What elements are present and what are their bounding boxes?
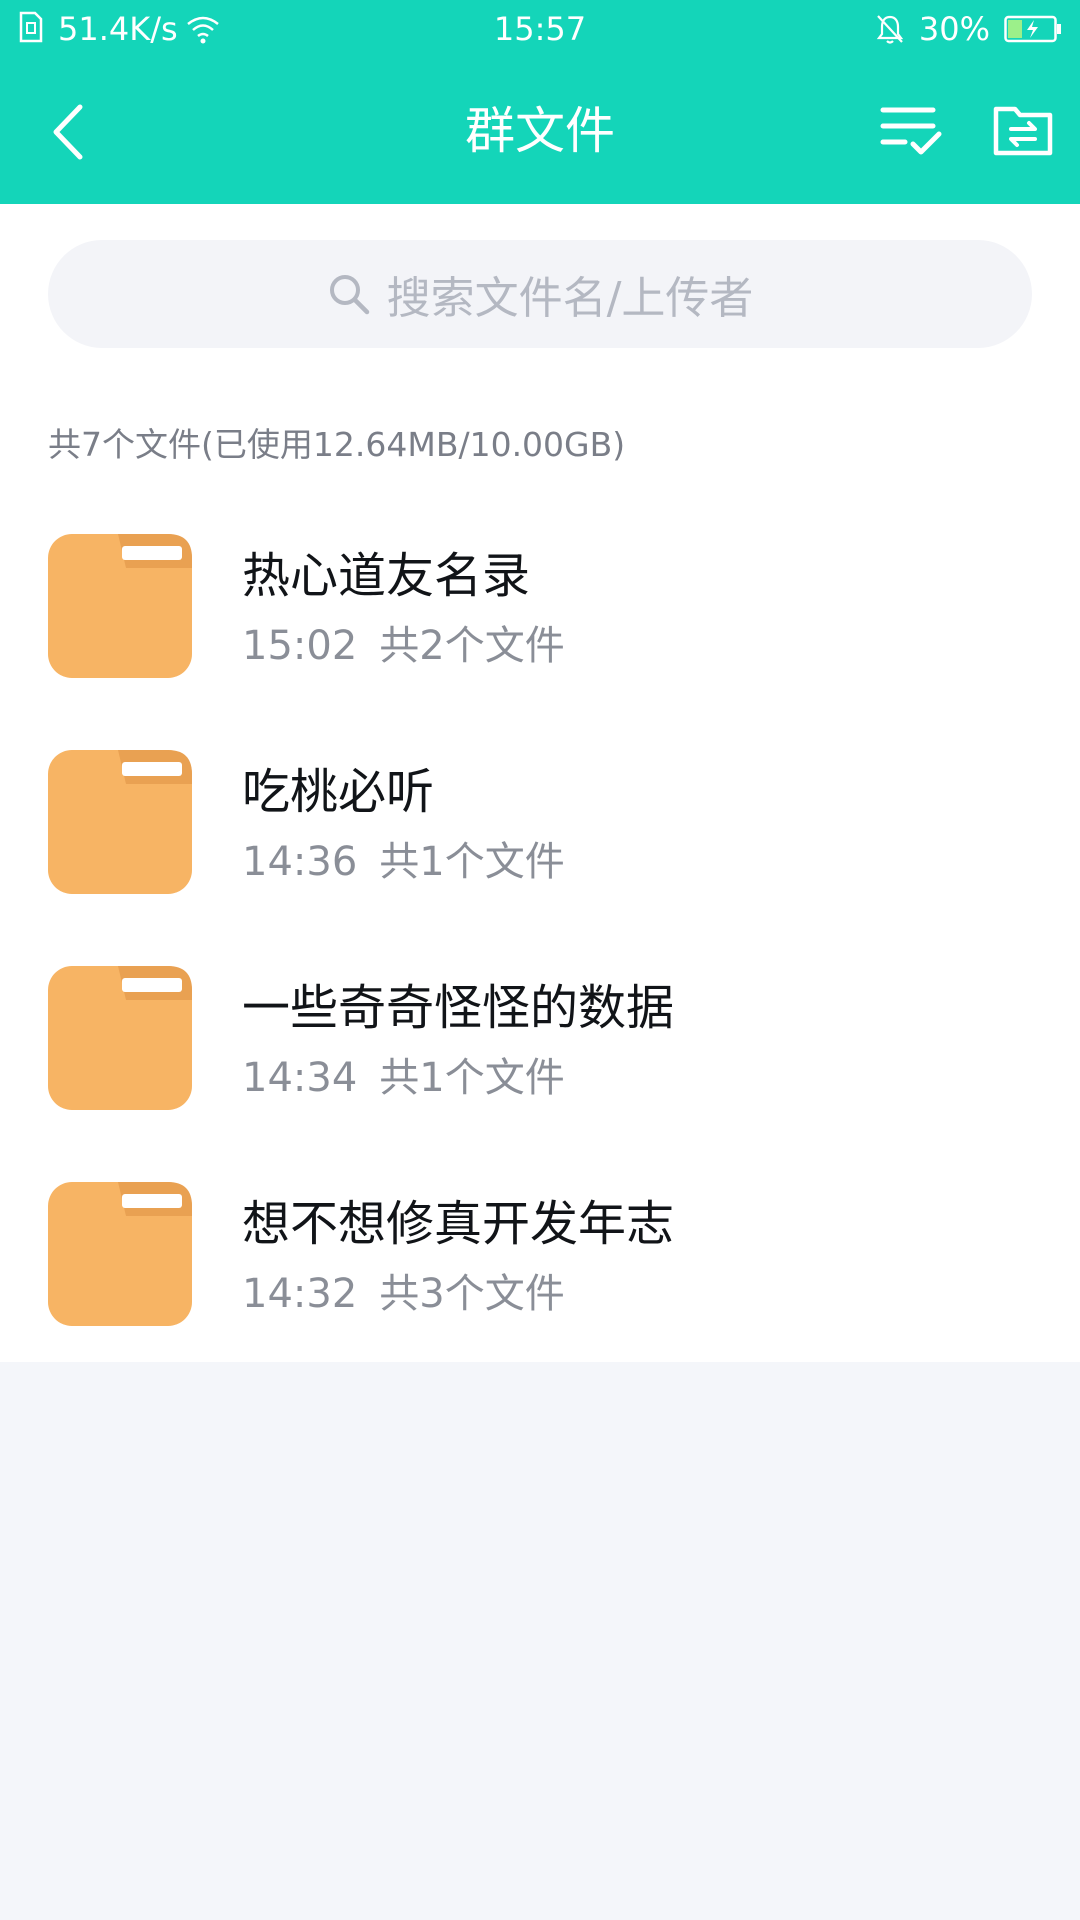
- folder-file-count: 共1个文件: [379, 839, 565, 885]
- folder-icon: [48, 750, 192, 894]
- folder-name: 热心道友名录: [242, 548, 531, 604]
- folder-transfer-button[interactable]: [986, 94, 1060, 168]
- folder-meta: 15:02 共2个文件: [242, 618, 565, 674]
- battery-percent: 30%: [918, 10, 990, 48]
- folder-meta: 14:36 共1个文件: [242, 834, 565, 890]
- folder-icon: [48, 966, 192, 1110]
- file-summary: 共7个文件(已使用12.64MB/10.00GB): [48, 425, 626, 464]
- folder-name: 想不想修真开发年志: [242, 1196, 675, 1252]
- folder-time: 14:32: [242, 1271, 358, 1317]
- title-bar: 群文件: [0, 58, 1080, 204]
- file-list: 热心道友名录 15:02 共2个文件 吃桃必听 14:36 共1个文件 一些奇奇…: [0, 504, 1080, 1368]
- folder-time: 15:02: [242, 623, 358, 669]
- search-input[interactable]: 搜索文件名/上传者: [48, 240, 1032, 348]
- folder-row[interactable]: 想不想修真开发年志 14:32 共3个文件: [0, 1152, 1080, 1368]
- folder-transfer-icon: [993, 106, 1053, 156]
- folder-file-count: 共3个文件: [379, 1271, 565, 1317]
- search-icon: [327, 272, 371, 316]
- folder-time: 14:36: [242, 839, 358, 885]
- folder-meta: 14:32 共3个文件: [242, 1266, 565, 1322]
- status-bar: 51.4K/s 15:57 30%: [0, 0, 1080, 58]
- alarm-off-icon: [875, 13, 905, 45]
- folder-row[interactable]: 热心道友名录 15:02 共2个文件: [0, 504, 1080, 720]
- folder-icon: [48, 1182, 192, 1326]
- folder-icon: [48, 534, 192, 678]
- status-right: 30%: [875, 8, 1062, 50]
- folder-file-count: 共2个文件: [379, 623, 565, 669]
- content-panel: 搜索文件名/上传者 共7个文件(已使用12.64MB/10.00GB) 热心道友…: [0, 204, 1080, 1362]
- multi-select-button[interactable]: [874, 94, 948, 168]
- header: 51.4K/s 15:57 30% 群文件: [0, 0, 1080, 204]
- search-placeholder: 搜索文件名/上传者: [386, 273, 754, 324]
- folder-file-count: 共1个文件: [379, 1055, 565, 1101]
- folder-name: 一些奇奇怪怪的数据: [242, 980, 675, 1036]
- screen: 51.4K/s 15:57 30% 群文件 搜索文件名/上传者 共7个文件(已使…: [0, 0, 1080, 1920]
- folder-name: 吃桃必听: [242, 764, 435, 820]
- checklist-icon: [880, 107, 942, 155]
- folder-meta: 14:34 共1个文件: [242, 1050, 565, 1106]
- folder-row[interactable]: 一些奇奇怪怪的数据 14:34 共1个文件: [0, 936, 1080, 1152]
- battery-charging-icon: [1004, 15, 1062, 43]
- folder-row[interactable]: 吃桃必听 14:36 共1个文件: [0, 720, 1080, 936]
- folder-time: 14:34: [242, 1055, 358, 1101]
